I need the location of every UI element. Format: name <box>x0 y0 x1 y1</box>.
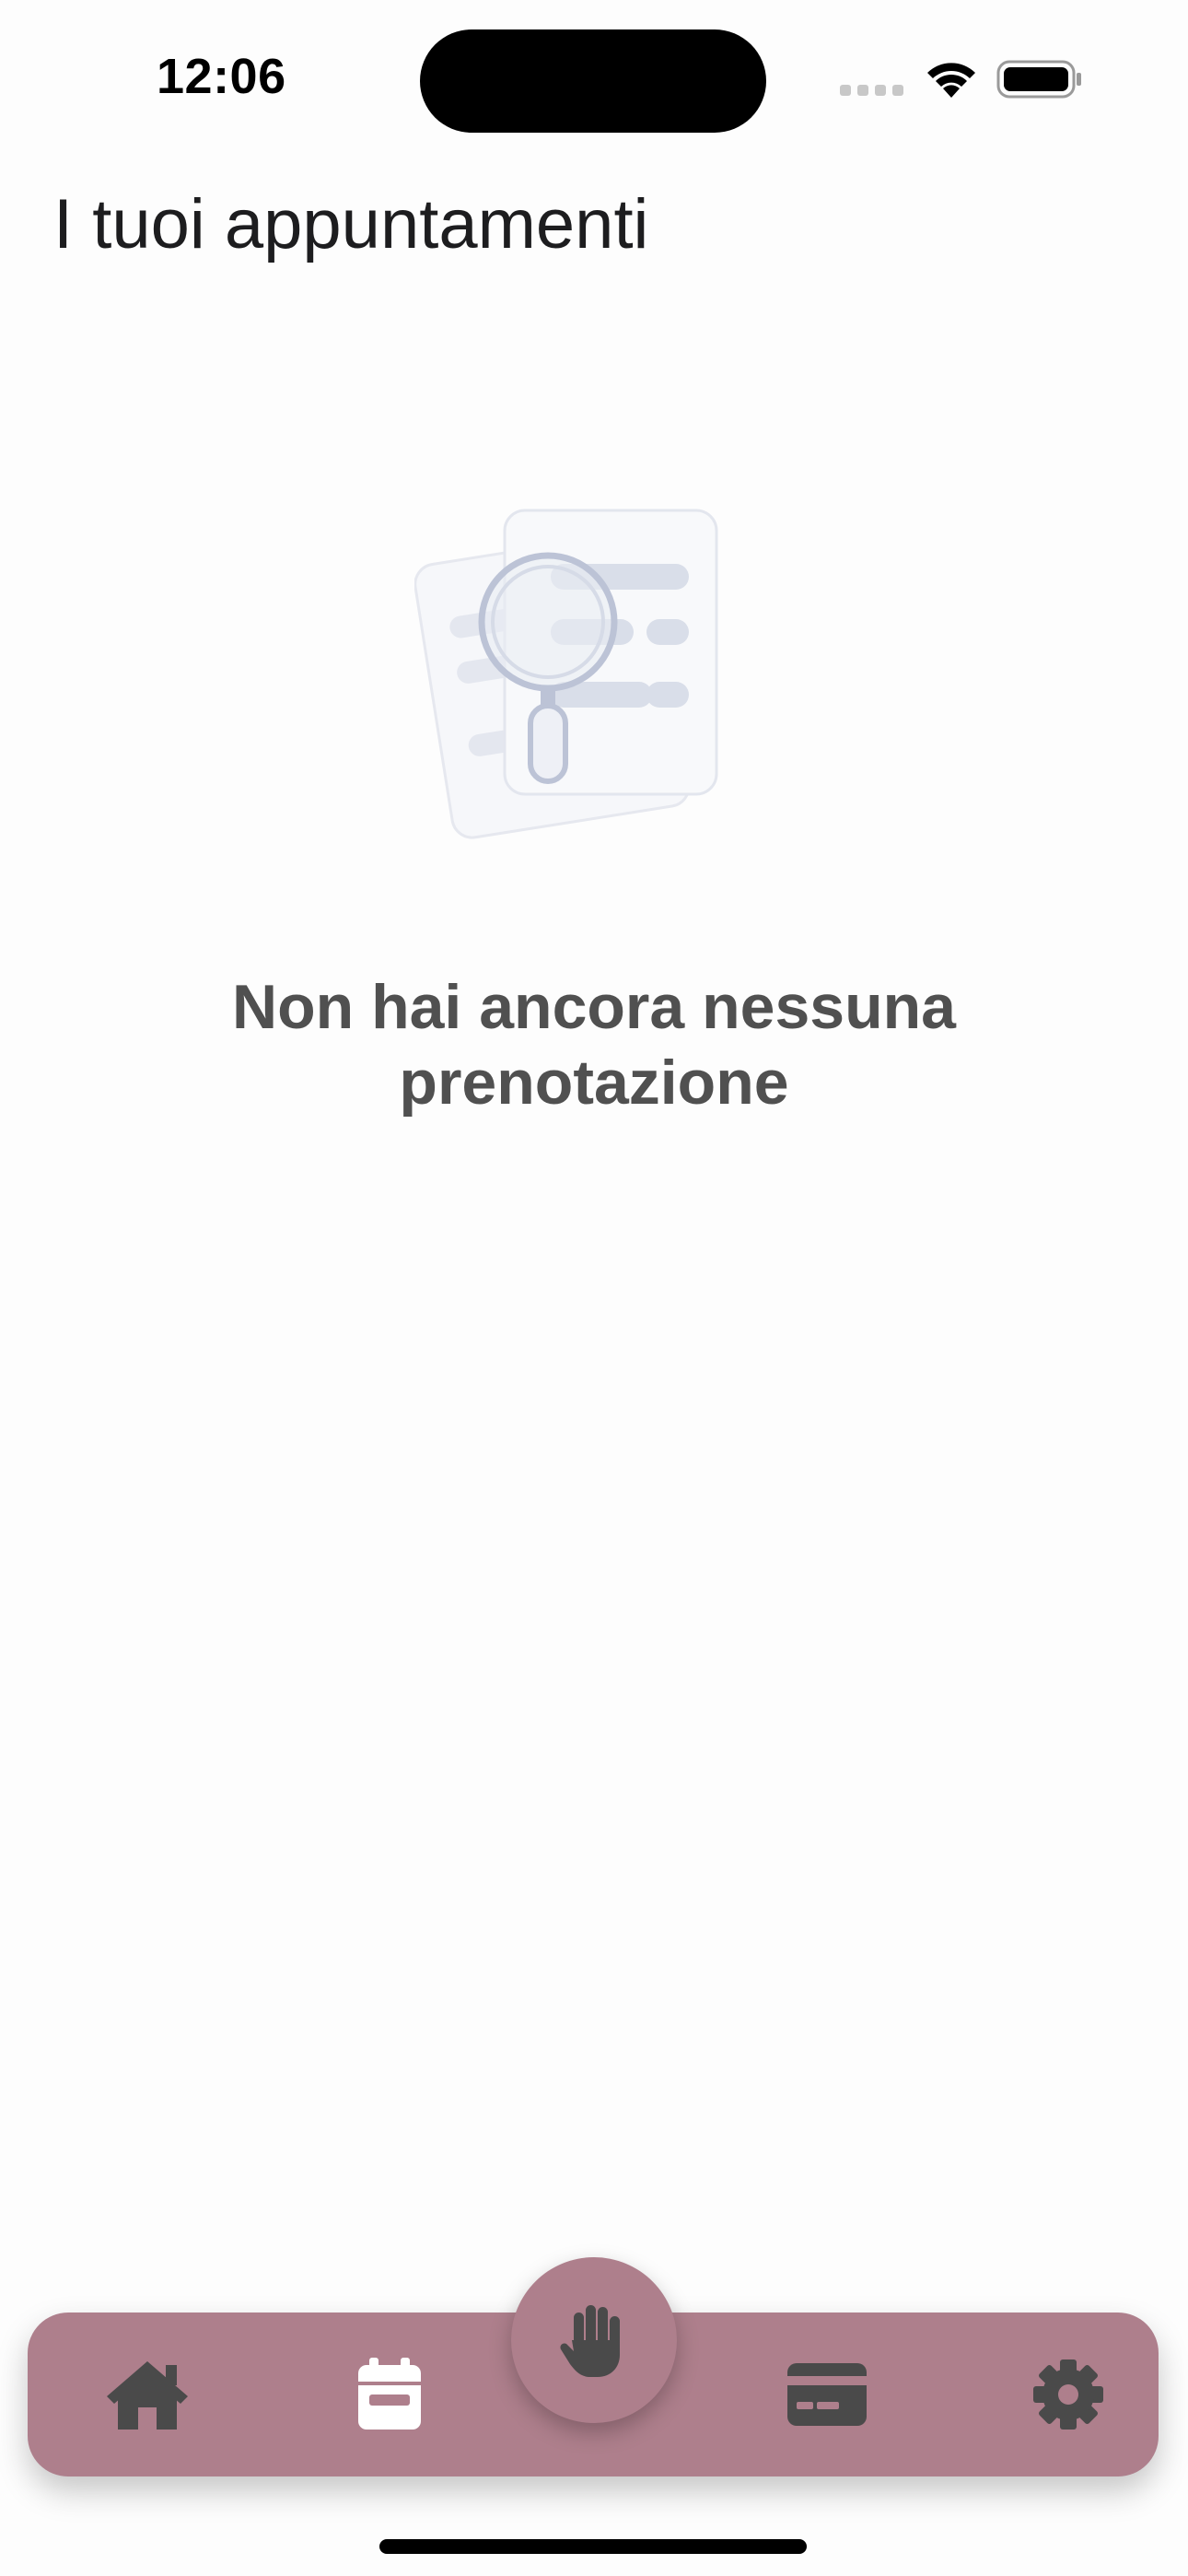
tab-payments[interactable] <box>753 2313 901 2476</box>
status-time: 12:06 <box>157 49 286 104</box>
home-indicator <box>379 2539 807 2554</box>
credit-card-icon <box>787 2363 867 2426</box>
battery-icon <box>996 60 1081 99</box>
document-search-icon <box>414 509 718 839</box>
cellular-signal-icon <box>840 85 903 96</box>
dynamic-island <box>420 29 766 133</box>
gear-icon <box>1033 2359 1103 2430</box>
appointments-screen: 12:06 I tuoi appuntamenti Non hai ancora… <box>0 0 1188 2576</box>
tab-settings[interactable] <box>995 2313 1142 2476</box>
home-icon <box>107 2361 188 2430</box>
tab-calendar[interactable] <box>316 2313 463 2476</box>
center-hand-button[interactable] <box>511 2257 677 2423</box>
tab-home[interactable] <box>74 2313 221 2476</box>
wifi-icon <box>927 63 975 98</box>
page-title: I tuoi appuntamenti <box>53 185 649 263</box>
calendar-icon <box>358 2358 421 2430</box>
empty-state-message: Non hai ancora nessuna prenotazione <box>232 972 956 1118</box>
hand-icon <box>560 2305 620 2377</box>
